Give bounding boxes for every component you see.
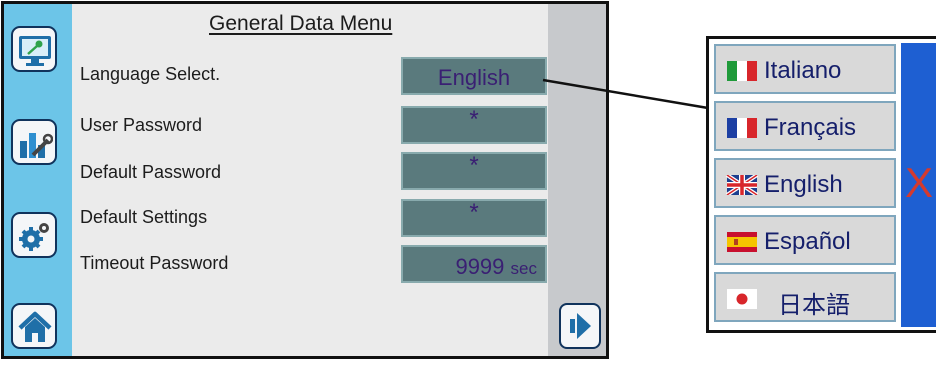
language-option-label: Français xyxy=(764,114,857,141)
language-option-japanese[interactable]: 日本語 xyxy=(714,272,896,322)
language-option-english[interactable]: English xyxy=(714,158,896,208)
france-flag-icon xyxy=(727,118,757,138)
language-option-label: English xyxy=(764,171,843,198)
language-option-italiano[interactable]: Italiano xyxy=(714,44,896,94)
language-option-label: 日本語 xyxy=(778,292,850,319)
language-option-francais[interactable]: Français xyxy=(714,101,896,151)
language-option-label: Italiano xyxy=(764,57,842,84)
spain-flag-icon xyxy=(727,232,757,252)
close-icon[interactable]: X xyxy=(905,159,933,207)
uk-flag-icon xyxy=(726,175,758,195)
japan-flag-icon xyxy=(727,289,757,309)
language-popup: Italiano Français English Español 日本語 X xyxy=(706,36,936,333)
language-option-label: Español xyxy=(764,228,851,255)
language-option-espanol[interactable]: Español xyxy=(714,215,896,265)
italy-flag-icon xyxy=(727,61,757,81)
